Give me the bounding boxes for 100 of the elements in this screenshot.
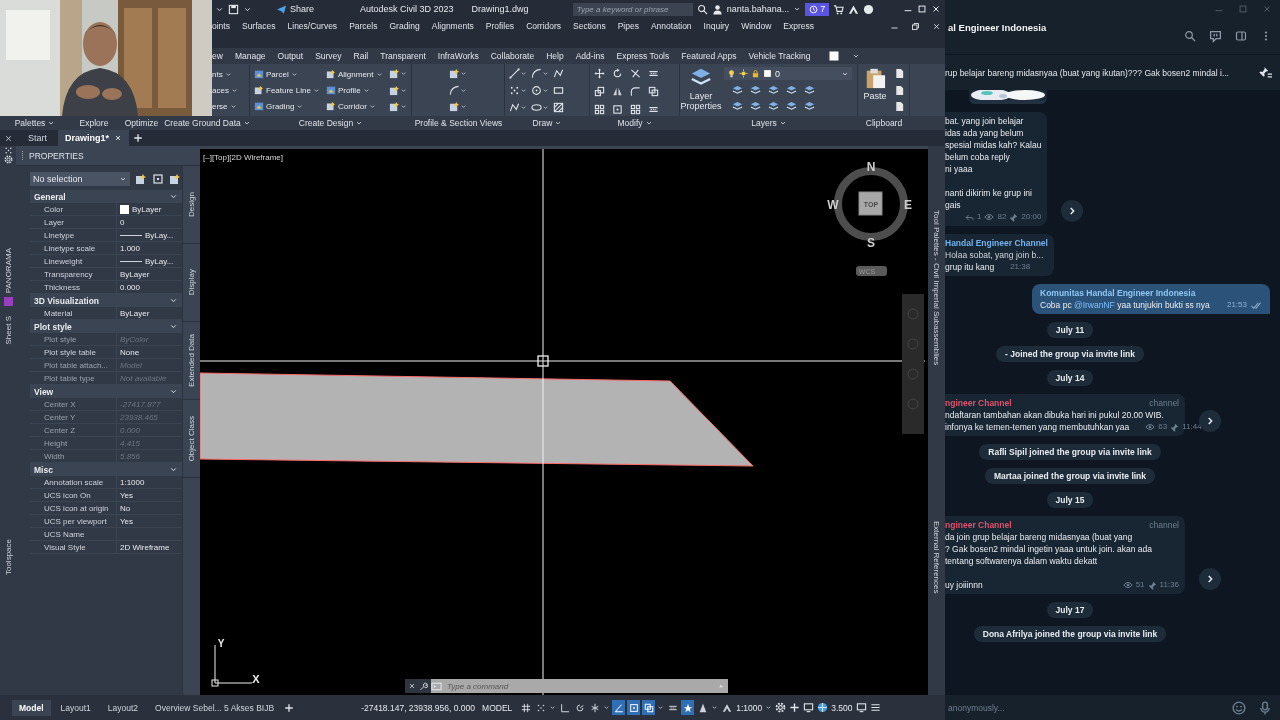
share-button[interactable]: Share bbox=[274, 3, 317, 15]
menu-item[interactable]: Surfaces bbox=[241, 21, 276, 31]
message-text: spesial midas kah? Kalau bbox=[945, 139, 1042, 151]
menu-item[interactable]: Lines/Curves bbox=[287, 21, 338, 31]
message-text: infonya ke temen-temen yang membutuhkan yaa bbox=[945, 421, 1130, 433]
ribbon-tab[interactable]: Collaborate bbox=[490, 51, 535, 61]
panel-title[interactable]: Profile & Section Views bbox=[412, 116, 505, 130]
section-header[interactable]: 3D Visualization bbox=[30, 294, 182, 307]
ribbon-tab[interactable]: Help bbox=[546, 51, 564, 61]
menu-item[interactable]: Corridors bbox=[526, 21, 562, 31]
quote-text: Holaa sobat, yang join b... bbox=[945, 249, 1045, 261]
ribbon-tab[interactable]: Manage bbox=[234, 51, 266, 61]
ribbon-button[interactable]: nts bbox=[212, 67, 238, 81]
ribbon-button[interactable]: Feature Line bbox=[254, 83, 320, 97]
menu-item[interactable]: Alignments bbox=[431, 21, 474, 31]
ribbon-tab[interactable]: Add-ins bbox=[575, 51, 605, 61]
property-name: Plot style table bbox=[43, 347, 98, 357]
viewport-label[interactable]: [–][Top][2D Wireframe] bbox=[203, 153, 284, 162]
ribbon-button[interactable]: aces bbox=[212, 83, 238, 97]
menu-item[interactable]: Pipes bbox=[617, 21, 639, 31]
annotation-scale[interactable]: 1:1000 bbox=[736, 702, 763, 713]
menu-item[interactable]: Inquiry bbox=[703, 21, 730, 31]
section-header[interactable]: General bbox=[30, 190, 182, 203]
side-tab[interactable]: Sheet S bbox=[3, 316, 13, 345]
section-header[interactable]: Plot style bbox=[30, 320, 182, 333]
ribbon-button[interactable]: erse bbox=[212, 99, 238, 113]
selection-dropdown[interactable]: No selection bbox=[30, 172, 130, 186]
message-text: uy joiiinnn bbox=[945, 579, 983, 591]
ribbon-tab[interactable]: Vehicle Tracking bbox=[748, 51, 811, 61]
ribbon-tab[interactable]: Output bbox=[277, 51, 304, 61]
panel-title[interactable]: Optimize bbox=[118, 116, 165, 130]
message-text: ni yaaa bbox=[945, 163, 974, 175]
layout-tab[interactable]: Model bbox=[12, 699, 51, 716]
property-name: Layer bbox=[43, 217, 65, 227]
service-message: Dona Afrilya joined the group via invite link bbox=[973, 626, 1167, 642]
message-text: tentang softwarenya dalam waktu dekatt bbox=[945, 555, 1099, 567]
user-name[interactable]: nanta.bahana... bbox=[726, 4, 790, 14]
mention-link[interactable]: @IrwanNF bbox=[1074, 300, 1115, 310]
property-name: UCS Name bbox=[43, 529, 86, 539]
panel-title[interactable]: Create Design bbox=[250, 116, 412, 130]
menu-item[interactable]: Window bbox=[741, 21, 772, 31]
search-field[interactable]: Type a keyword or phrase bbox=[572, 2, 693, 16]
ribbon-button[interactable]: Alignment bbox=[325, 67, 383, 81]
panel-title[interactable]: Draw bbox=[505, 116, 590, 130]
property-name: Visual Style bbox=[43, 542, 87, 552]
message-text: ? Gak bosen2 mindal ingetin yaaa untuk join. akan ada bbox=[945, 543, 1153, 555]
menu-item[interactable]: Express bbox=[783, 21, 815, 31]
menu-item[interactable]: Grading bbox=[389, 21, 420, 31]
message-text: bat. yang join belajar bbox=[945, 115, 1025, 127]
ribbon-tab[interactable]: Express Tools bbox=[616, 51, 670, 61]
author-tag: channel bbox=[1149, 397, 1179, 409]
message-time: 21:53 bbox=[1226, 299, 1247, 311]
value-readout: 3.500 bbox=[831, 702, 853, 713]
property-name: Plot table type bbox=[43, 373, 96, 383]
layout-tab[interactable]: Overview Sebel... 5 Akses BIJB bbox=[148, 699, 282, 716]
panel-title[interactable]: Explore bbox=[70, 116, 118, 130]
ribbon-button[interactable]: Parcel bbox=[254, 67, 320, 81]
ribbon-tab[interactable]: Featured Apps bbox=[681, 51, 737, 61]
message-text: ndaftaran tambahan akan dibuka hari ini pukul 20.00 WIB. bbox=[945, 409, 1165, 421]
menu-item[interactable]: oints bbox=[212, 21, 230, 31]
ribbon-button[interactable]: Corridor bbox=[325, 99, 383, 113]
ribbon-button[interactable]: Grading bbox=[254, 99, 320, 113]
file-tab[interactable]: Start bbox=[21, 130, 54, 146]
side-tab[interactable]: PANORAMA bbox=[3, 248, 13, 294]
message-input-bar[interactable]: anonymously... bbox=[945, 695, 1280, 720]
layer-dropdown[interactable]: 0 bbox=[724, 67, 852, 80]
menu-item[interactable]: Parcels bbox=[349, 21, 378, 31]
panel-title[interactable]: Layers bbox=[680, 116, 858, 130]
sender-name: Komunitas Handal Engineer Indonesia bbox=[1040, 287, 1197, 299]
side-tab[interactable]: Tool Palettes - Civil Imperial Subassemblies bbox=[932, 210, 941, 366]
model-space-button[interactable]: MODEL bbox=[478, 702, 517, 713]
panel-title[interactable]: Clipboard bbox=[858, 116, 910, 130]
message-text: belum coba reply bbox=[945, 151, 1011, 163]
layout-tab[interactable]: Layout2 bbox=[100, 699, 146, 716]
ribbon-tab[interactable]: Survey bbox=[315, 51, 342, 61]
panel-title[interactable]: Create Ground Data bbox=[165, 116, 250, 130]
message-field[interactable]: anonymously... bbox=[948, 702, 1220, 713]
menu-item[interactable]: Profiles bbox=[485, 21, 515, 31]
axis-label: Y bbox=[217, 638, 225, 649]
ribbon-tab[interactable]: ew bbox=[212, 51, 223, 61]
date-pill: July 11 bbox=[1046, 322, 1094, 338]
ribbon-tab[interactable]: InfraWorks bbox=[437, 51, 479, 61]
compass-label: W bbox=[827, 198, 839, 212]
paste-button[interactable]: Paste bbox=[862, 67, 888, 113]
side-tab[interactable]: External References bbox=[932, 520, 941, 593]
ribbon-button[interactable]: Profile bbox=[325, 83, 383, 97]
panel-title[interactable]: Palettes bbox=[0, 116, 70, 130]
menu-item[interactable]: Annotation bbox=[650, 21, 692, 31]
ribbon-tab[interactable]: Transparent bbox=[380, 51, 426, 61]
ribbon-tab[interactable]: Rail bbox=[353, 51, 369, 61]
section-header[interactable]: Misc bbox=[30, 463, 182, 476]
file-tab[interactable]: Drawing1* bbox=[58, 130, 130, 146]
panel-title[interactable]: Modify bbox=[590, 116, 680, 130]
palette-title: PROPERTIES bbox=[29, 150, 84, 161]
layout-tab[interactable]: Layout1 bbox=[53, 699, 98, 716]
notification-badge[interactable]: 7 bbox=[805, 2, 830, 16]
quote-author: Handal Engineer Channel bbox=[945, 237, 1048, 249]
side-tab[interactable]: Toolspace bbox=[3, 538, 13, 575]
menu-item[interactable]: Sections bbox=[573, 21, 606, 31]
section-header[interactable]: View bbox=[30, 385, 182, 398]
